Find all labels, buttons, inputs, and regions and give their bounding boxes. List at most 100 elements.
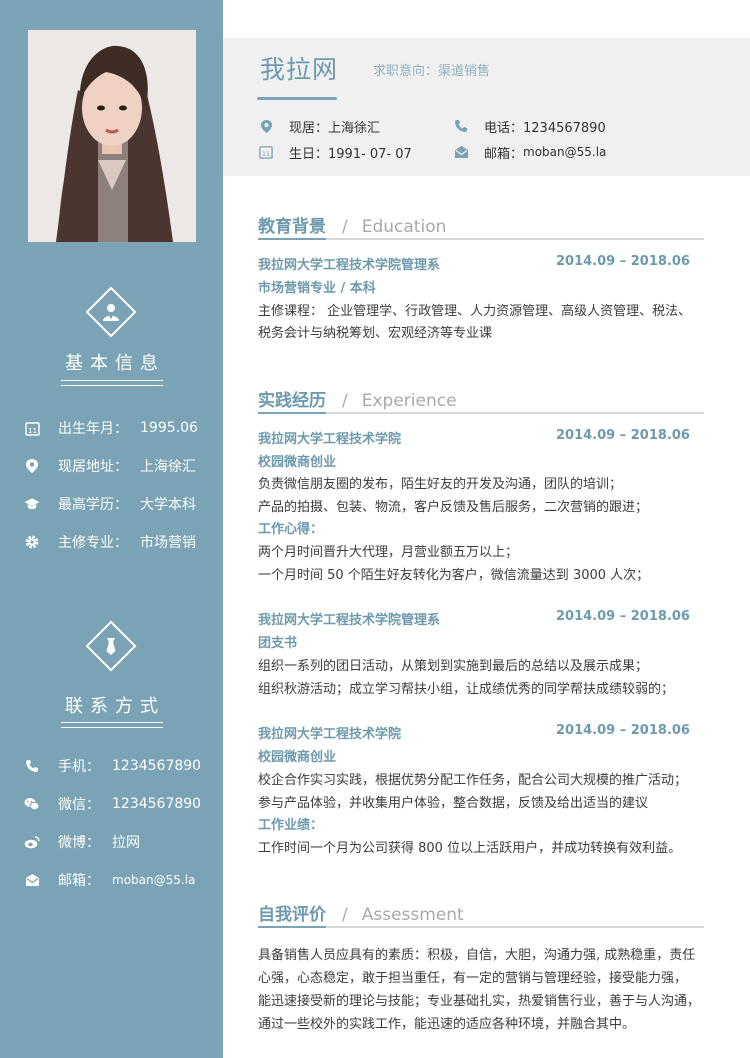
experience-org: 我拉网大学工程技术学院管理系: [258, 613, 441, 628]
contact-label: 微信：: [58, 797, 100, 813]
email-label: 邮箱：: [484, 146, 524, 162]
experience-rule: [258, 412, 704, 414]
svg-text:11: 11: [28, 427, 37, 435]
experience-date: 2014.09 – 2018.06: [556, 609, 690, 624]
experience-note: 一个月时间 50 个陌生好友转化为客户，微信流量达到 3000 人次；: [258, 568, 650, 583]
education-major: 市场营销专业 / 本科: [258, 281, 376, 296]
contact-label: 手机：: [58, 759, 100, 775]
info-label: 最高学历：: [58, 497, 128, 513]
experience-org: 我拉网大学工程技术学院: [258, 727, 402, 742]
contact-row-phone: 手机： 1234567890: [24, 754, 201, 778]
header-phone: 电话：1234567890: [453, 116, 606, 136]
basic-info-title: 基本信息: [65, 353, 165, 374]
birthday-text: 生日：1991- 07- 07: [289, 146, 412, 162]
header-birthday: 11 生日：1991- 07- 07: [258, 142, 412, 162]
phone-text: 电话：1234567890: [484, 120, 606, 136]
contact-row-wechat: 微信： 1234567890: [24, 792, 201, 816]
graduation-cap-icon: [24, 496, 40, 512]
calendar-icon: 11: [24, 420, 40, 436]
header-email: 邮箱： moban@55.la: [453, 142, 606, 162]
contact-row-weibo: 微博： 拉网: [24, 830, 140, 854]
info-label: 出生年月：: [58, 421, 128, 437]
info-value: 上海徐汇: [140, 459, 196, 475]
experience-date: 2014.09 – 2018.06: [556, 723, 690, 738]
contact-divider: [61, 722, 163, 728]
gear-icon: [24, 534, 40, 550]
experience-note-title: 工作心得：: [258, 522, 324, 537]
contact-title: 联系方式: [65, 696, 165, 717]
assessment-line: 具备销售人员应具有的素质：积极，自信，大胆，沟通力强, 成熟稳重，责任: [258, 948, 696, 963]
contact-label: 邮箱：: [58, 873, 100, 889]
contact-row-mail: 邮箱： moban@55.la: [24, 868, 195, 892]
section-title-cn: 自我评价: [258, 905, 326, 925]
assessment-line: 通过一些校外的实践工作，能迅速的适应各种环境，并融合其中。: [258, 1017, 636, 1032]
section-title-cn: 教育背景: [258, 217, 326, 237]
basic-info-badge: [85, 286, 137, 338]
assessment-line: 心强，心态稳定，敢于担当重任，有一定的营销与管理经验，接受能力强，: [258, 971, 688, 986]
section-title-en: Assessment: [361, 905, 464, 925]
experience-line: 负责微信朋友圈的发布，陌生好友的开发及沟通，团队的培训；: [258, 477, 623, 492]
assessment-heading: 自我评价 / Assessment: [258, 900, 464, 925]
section-title-en: Experience: [361, 391, 457, 411]
tie-icon: [106, 638, 116, 655]
info-value: 市场营销: [140, 535, 196, 551]
experience-note: 工作时间一个月为公司获得 800 位以上活跃用户，并成功转换有效利益。: [258, 841, 682, 856]
candidate-name: 我拉网: [260, 55, 339, 84]
mail-icon: [453, 144, 469, 160]
education-rule: [258, 238, 704, 240]
info-row-birth: 11 出生年月： 1995.06: [24, 416, 198, 440]
info-value: 大学本科: [140, 497, 196, 513]
experience-note-title: 工作业绩：: [258, 818, 324, 833]
experience-line: 产品的拍摄、包装、物流，客户反馈及售后服务，二次营销的跟进；: [258, 500, 649, 515]
contact-label: 微博：: [58, 835, 100, 851]
education-line: 主修课程： 企业管理学、行政管理、人力资源管理、高级人资管理、税法、: [258, 304, 692, 319]
contact-badge: [85, 620, 137, 672]
experience-role: 校园微商创业: [258, 455, 337, 470]
info-label: 主修专业：: [58, 535, 128, 551]
svg-text:11: 11: [262, 150, 270, 158]
experience-line: 参与产品体验，并收集用户体验，整合数据，反馈及给出适当的建议: [258, 796, 649, 811]
experience-note: 两个月时间晋升大代理，月营业额五万以上；: [258, 545, 519, 560]
name-underline: [257, 97, 337, 100]
contact-value: moban@55.la: [112, 873, 196, 887]
basic-info-divider: [61, 380, 163, 386]
info-label: 现居地址：: [58, 459, 128, 475]
assessment-rule: [258, 926, 704, 928]
contact-value: 1234567890: [112, 758, 202, 774]
mail-icon: [24, 872, 40, 888]
weibo-icon: [24, 834, 40, 850]
user-icon: [103, 304, 119, 321]
location-pin-icon: [24, 458, 40, 474]
experience-role: 校园微商创业: [258, 750, 337, 765]
education-org: 我拉网大学工程技术学院管理系: [258, 258, 441, 273]
info-row-major: 主修专业： 市场营销: [24, 530, 196, 554]
experience-role: 团支书: [258, 636, 298, 651]
experience-org: 我拉网大学工程技术学院: [258, 432, 402, 447]
sidebar: 基本信息 11 出生年月： 1995.06 现居地址： 上海徐汇 最高学历： 大…: [0, 0, 223, 1058]
phone-icon: [453, 118, 469, 134]
residence-text: 现居：上海徐汇: [289, 120, 381, 136]
location-pin-icon: [258, 118, 274, 134]
education-line: 税务会计与纳税筹划、宏观经济等专业课: [258, 326, 493, 341]
experience-line: 组织秋游活动；成立学习帮扶小组，让成绩优秀的同学帮扶成绩较弱的；: [258, 682, 675, 697]
education-heading: 教育背景 / Education: [258, 212, 447, 237]
experience-line: 校企合作实习实践，根据优势分配工作任务，配合公司大规模的推广活动；: [258, 773, 688, 788]
phone-icon: [24, 758, 40, 774]
info-row-education: 最高学历： 大学本科: [24, 492, 196, 516]
header: 我拉网 求职意向：渠道销售 现居：上海徐汇 11 生日：1991- 07- 07…: [223, 38, 750, 176]
header-residence: 现居：上海徐汇: [258, 116, 380, 136]
wechat-icon: [24, 796, 40, 812]
experience-line: 组织一系列的团日活动，从策划到实施到最后的总结以及展示成果；: [258, 659, 649, 674]
section-title-cn: 实践经历: [258, 391, 326, 411]
education-date: 2014.09 – 2018.06: [556, 254, 690, 269]
section-title-separator: /: [342, 391, 348, 411]
contact-value: 1234567890: [112, 796, 202, 812]
section-title-separator: /: [342, 217, 348, 237]
section-title-en: Education: [361, 217, 447, 237]
info-row-address: 现居地址： 上海徐汇: [24, 454, 196, 478]
email-value: moban@55.la: [523, 145, 607, 159]
experience-heading: 实践经历 / Experience: [258, 386, 457, 411]
info-value: 1995.06: [140, 420, 198, 436]
section-title-separator: /: [342, 905, 348, 925]
experience-date: 2014.09 – 2018.06: [556, 428, 690, 443]
